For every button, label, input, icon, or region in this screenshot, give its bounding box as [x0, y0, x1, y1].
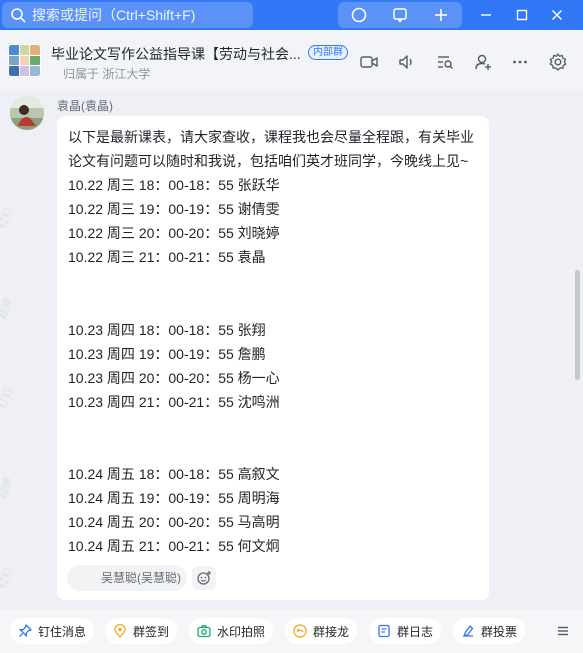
message-line: 10.22 周三 21：00-21：55 袁晶	[68, 249, 266, 265]
watermark-text: 钉钉	[0, 385, 16, 411]
speaker-icon	[399, 55, 412, 69]
chat-bubble-icon	[393, 8, 407, 23]
group-log-label: 群日志	[397, 624, 434, 639]
add-member-button[interactable]	[471, 50, 495, 74]
pin-icon	[18, 624, 32, 638]
search-box[interactable]: 搜索或提问（Ctrl+Shift+F)	[2, 2, 253, 28]
group-vote-button[interactable]: 群投票	[453, 618, 526, 644]
read-by-chip[interactable]: 吴慧聪(吴慧聪)	[67, 565, 187, 591]
more-dots-icon	[513, 60, 527, 64]
group-log-button[interactable]: 群日志	[369, 618, 442, 644]
scrollbar[interactable]	[575, 270, 580, 380]
pin-message-button[interactable]: 钉住消息	[10, 618, 95, 644]
close-button[interactable]	[543, 3, 571, 27]
message-line: 10.24 周五 19：00-19：55 周明海	[68, 490, 280, 506]
add-user-icon	[475, 54, 491, 70]
add-button[interactable]	[426, 3, 456, 27]
gear-icon	[549, 53, 567, 71]
watermark-text: 钉钉	[0, 205, 16, 231]
watermark-text: 钉钉	[0, 565, 16, 591]
watermark-camera-label: 水印拍照	[217, 624, 266, 639]
group-subtitle: 归属于 浙江大学	[63, 67, 151, 81]
video-call-button[interactable]	[357, 50, 381, 74]
close-icon	[552, 10, 562, 20]
more-button[interactable]	[508, 50, 532, 74]
plus-icon	[435, 9, 448, 21]
group-checkin-label: 群签到	[133, 624, 170, 639]
ai-assistant-icon	[351, 7, 366, 23]
watermark-text: 超婷	[0, 295, 16, 321]
message-line: 以下是最新课表，请大家查收，课程我也会尽量全程跟，有关毕业	[68, 129, 474, 145]
message-line: 10.22 周三 18：00-18：55 张跃华	[68, 177, 280, 193]
message-line: 10.23 周四 20：00-20：55 杨一心	[68, 370, 280, 386]
sender-name: 袁晶(袁晶)	[57, 99, 113, 113]
emoji-reaction-button[interactable]	[192, 566, 216, 590]
watermark-text: 超婷	[0, 475, 16, 501]
message-line: 10.22 周三 20：00-20：55 刘晓婷	[68, 225, 280, 241]
sender-avatar[interactable]	[10, 96, 44, 130]
log-icon	[377, 624, 391, 638]
location-pin-icon	[113, 624, 127, 638]
message-line: 10.23 周四 19：00-19：55 詹鹏	[68, 346, 266, 362]
search-placeholder: 搜索或提问（Ctrl+Shift+F)	[32, 7, 196, 23]
group-title[interactable]: 毕业论文写作公益指导课【劳动与社会...	[51, 44, 301, 64]
group-solitaire-label: 群接龙	[313, 624, 350, 639]
group-vote-label: 群投票	[481, 624, 518, 639]
message-line: 论文有问题可以随时和我说，包括咱们英才班同学，今晚线上见~	[68, 153, 469, 169]
group-checkin-button[interactable]: 群签到	[105, 618, 178, 644]
top-tool-group	[338, 2, 462, 28]
maximize-icon	[516, 9, 528, 21]
solitaire-icon	[293, 624, 307, 638]
pin-message-label: 钉住消息	[38, 624, 87, 639]
toolbar-menu-button[interactable]	[550, 618, 576, 644]
message-line: 10.24 周五 18：00-18：55 高叙文	[68, 466, 280, 482]
minimize-icon	[481, 14, 491, 16]
message-button[interactable]	[385, 3, 415, 27]
search-chat-button[interactable]	[433, 50, 457, 74]
internal-group-badge: 内部群	[308, 45, 348, 60]
watermark-camera-button[interactable]: 水印拍照	[189, 618, 274, 644]
message-line: 10.23 周四 21：00-21：55 沈鸣洲	[68, 394, 280, 410]
avatar-photo	[10, 96, 44, 130]
voice-call-button[interactable]	[395, 50, 419, 74]
video-camera-icon	[360, 56, 378, 68]
search-list-icon	[438, 56, 453, 69]
minimize-button[interactable]	[472, 3, 500, 27]
message-line: 10.23 周四 18：00-18：55 张翔	[68, 322, 266, 338]
ai-assistant-button[interactable]	[344, 3, 374, 27]
hamburger-menu-icon	[558, 626, 568, 636]
message-line: 10.22 周三 19：00-19：55 谢倩雯	[68, 201, 280, 217]
camera-icon	[197, 624, 211, 638]
group-avatar[interactable]	[8, 44, 41, 77]
maximize-button[interactable]	[508, 3, 536, 27]
vote-icon	[461, 624, 475, 638]
message-line: 10.24 周五 21：00-21：55 何文炯	[68, 538, 280, 554]
group-solitaire-button[interactable]: 群接龙	[285, 618, 358, 644]
emoji-add-icon	[197, 571, 211, 585]
message-line: 10.24 周五 20：00-20：55 马高明	[68, 514, 280, 530]
search-icon	[11, 8, 26, 23]
settings-button[interactable]	[546, 50, 570, 74]
